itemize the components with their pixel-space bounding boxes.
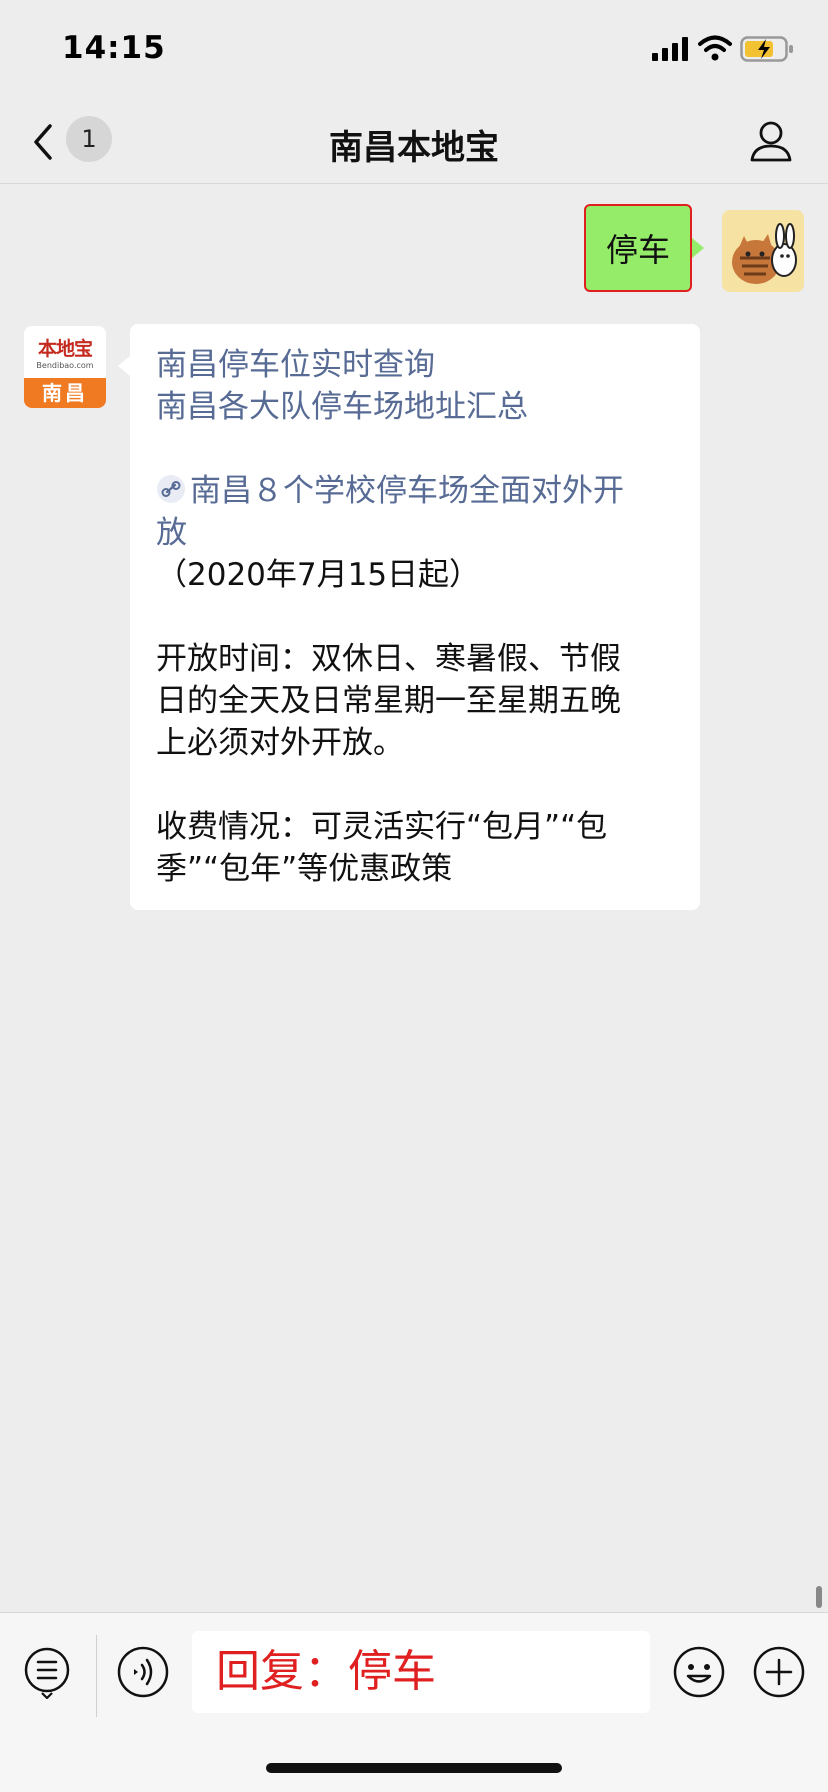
emoji-icon[interactable] xyxy=(672,1645,726,1699)
page-title: 南昌本地宝 xyxy=(329,128,499,168)
status-time: 14:15 xyxy=(62,30,166,66)
logo-subtext: Bendibao.com xyxy=(36,361,94,370)
outgoing-bubble-tail xyxy=(692,238,704,258)
input-bar-divider xyxy=(96,1635,97,1717)
hours-text: 日的全天及日常星期一至星期五晚 xyxy=(156,683,621,719)
logo-text: 本地宝 xyxy=(37,338,93,360)
hours-text: 上必须对外开放。 xyxy=(156,725,404,761)
status-bar: 14:15 xyxy=(0,0,828,100)
outgoing-message-bubble[interactable]: 停车 xyxy=(584,204,692,292)
hours-text: 开放时间：双休日、寒暑假、节假 xyxy=(156,641,621,677)
battery-charging-icon xyxy=(740,36,793,62)
bendibao-logo: 本地宝 Bendibao.com xyxy=(24,326,106,378)
incoming-bubble-tail xyxy=(118,356,130,376)
menu-list-icon[interactable] xyxy=(22,1645,72,1699)
link-icon xyxy=(157,475,185,503)
user-avatar[interactable] xyxy=(722,210,804,292)
fee-text: 季”“包年”等优惠政策 xyxy=(156,851,453,887)
scroll-indicator[interactable] xyxy=(816,1586,822,1608)
home-indicator[interactable] xyxy=(266,1763,562,1773)
fee-text: 收费情况：可灵活实行“包月”“包 xyxy=(156,809,608,845)
wifi-icon xyxy=(698,35,732,61)
plus-icon[interactable] xyxy=(752,1645,806,1699)
profile-icon[interactable] xyxy=(748,118,794,164)
outgoing-message-text: 停车 xyxy=(605,231,670,269)
incoming-message-bubble: 南昌停车位实时查询 南昌各大队停车场地址汇总 南昌８个学校停车场全面对外开 放 … xyxy=(130,324,700,910)
link-school-parking[interactable]: 南昌８个学校停车场全面对外开 xyxy=(156,470,676,512)
link-school-parking-cont[interactable]: 放 xyxy=(156,512,676,554)
input-bar: 回复：停车 xyxy=(0,1612,828,1792)
signal-icon xyxy=(652,37,688,61)
date-text: （2020年7月15日起） xyxy=(156,557,481,593)
nav-bar: 1 南昌本地宝 xyxy=(0,100,828,184)
cartoon-cat-rabbit-icon xyxy=(722,210,804,292)
link-parking-addresses[interactable]: 南昌各大队停车场地址汇总 xyxy=(156,386,676,428)
voice-icon[interactable] xyxy=(116,1645,170,1699)
link-parking-realtime[interactable]: 南昌停车位实时查询 xyxy=(156,344,676,386)
link-school-parking-text: 南昌８个学校停车场全面对外开 xyxy=(190,473,624,509)
message-input[interactable]: 回复：停车 xyxy=(192,1631,650,1713)
logo-city: 南昌 xyxy=(24,378,106,408)
unread-count-badge[interactable]: 1 xyxy=(66,116,112,162)
back-chevron-icon[interactable] xyxy=(28,120,58,164)
account-avatar[interactable]: 本地宝 Bendibao.com 南昌 xyxy=(24,326,106,408)
